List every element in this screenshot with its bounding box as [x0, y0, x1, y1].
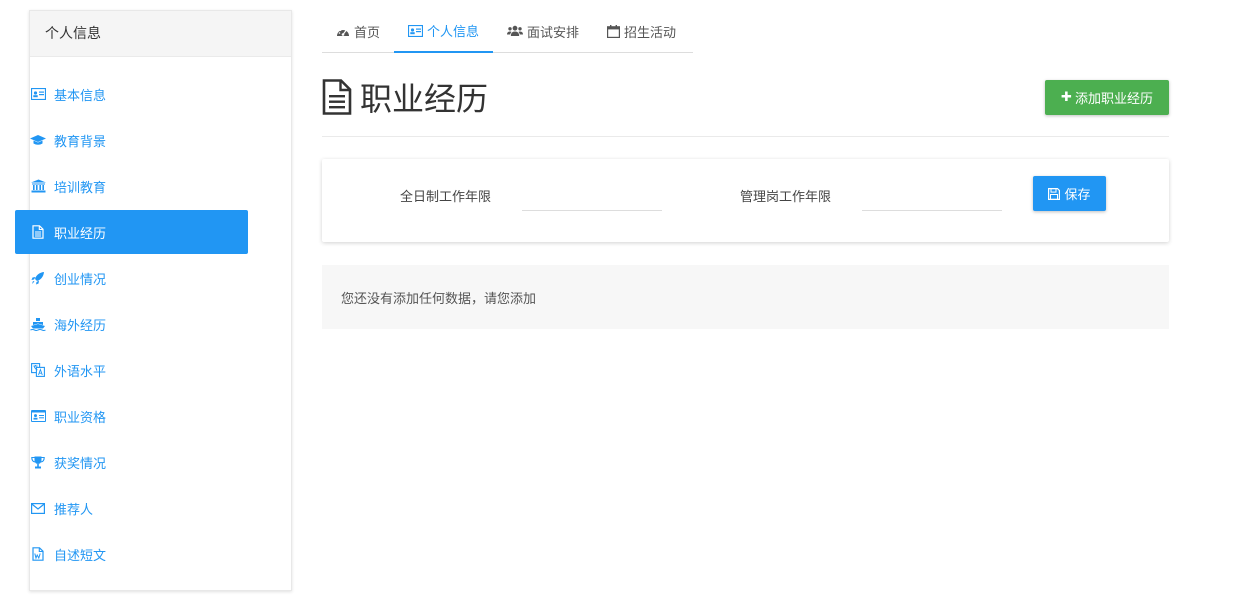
- language-icon: [30, 362, 46, 378]
- sidebar-item-overseas[interactable]: 海外经历: [15, 302, 248, 346]
- sidebar-item-language[interactable]: 外语水平: [15, 348, 248, 392]
- tab-personal-info[interactable]: 个人信息: [394, 10, 494, 53]
- envelope-icon: [30, 500, 46, 516]
- certificate-card-icon: [30, 408, 46, 424]
- page-title: 职业经历: [322, 74, 488, 120]
- sidebar-item-label: 职业资格: [54, 410, 107, 426]
- sidebar-item-label: 获奖情况: [54, 456, 107, 472]
- sidebar-item-label: 培训教育: [54, 180, 107, 196]
- tab-interview[interactable]: 面试安排: [493, 10, 593, 52]
- sidebar-item-qualification[interactable]: 职业资格: [15, 394, 248, 438]
- management-years-input[interactable]: [862, 187, 1002, 211]
- sidebar-item-statement[interactable]: 自述短文: [15, 532, 248, 576]
- sidebar-item-education[interactable]: 教育背景: [15, 118, 248, 162]
- id-card-icon: [408, 24, 424, 37]
- save-button[interactable]: 保存: [1033, 176, 1106, 211]
- dashboard-icon: [336, 26, 350, 37]
- work-years-form: 全日制工作年限 管理岗工作年限 保存: [322, 159, 1169, 242]
- save-label: 保存: [1064, 188, 1091, 203]
- sidebar-item-label: 推荐人: [54, 502, 94, 518]
- graduation-cap-icon: [30, 132, 46, 148]
- sidebar-item-label: 自述短文: [54, 548, 107, 564]
- save-icon: [1048, 187, 1061, 200]
- tab-label: 面试安排: [527, 25, 580, 41]
- tab-label: 首页: [354, 25, 381, 41]
- tab-activities[interactable]: 招生活动: [593, 10, 690, 52]
- sidebar-item-startup[interactable]: 创业情况: [15, 256, 248, 300]
- tab-label: 招生活动: [624, 25, 677, 41]
- fulltime-years-input[interactable]: [522, 187, 662, 211]
- tab-label: 个人信息: [427, 25, 480, 40]
- calendar-icon: [607, 24, 621, 38]
- sidebar-title: 个人信息: [30, 11, 291, 57]
- sidebar-item-basic-info[interactable]: 基本信息: [15, 72, 248, 116]
- file-text-icon: [322, 79, 352, 115]
- sidebar-item-referee[interactable]: 推荐人: [15, 486, 248, 530]
- top-nav-tabs: 首页 个人信息 面试安排 招生活动: [322, 10, 693, 53]
- sidebar-item-awards[interactable]: 获奖情况: [15, 440, 248, 484]
- ship-icon: [30, 316, 46, 332]
- sidebar-item-career[interactable]: 职业经历: [15, 210, 248, 254]
- trophy-icon: [30, 454, 46, 470]
- sidebar-item-label: 创业情况: [54, 272, 107, 288]
- management-years-label: 管理岗工作年限: [740, 190, 832, 205]
- page-title-text: 职业经历: [360, 80, 489, 118]
- sidebar-item-label: 教育背景: [54, 134, 107, 150]
- file-text-icon: [30, 224, 46, 240]
- sidebar-item-training[interactable]: 培训教育: [15, 164, 248, 208]
- add-career-button[interactable]: ✚ 添加职业经历: [1045, 80, 1169, 115]
- id-card-icon: [30, 86, 46, 102]
- fulltime-years-label: 全日制工作年限: [400, 190, 492, 205]
- tab-home[interactable]: 首页: [322, 10, 394, 52]
- institution-icon: [30, 178, 46, 194]
- empty-message: 您还没有添加任何数据，请您添加: [341, 291, 537, 307]
- users-icon: [507, 25, 524, 37]
- rocket-icon: [30, 270, 46, 286]
- add-career-label: 添加职业经历: [1074, 92, 1153, 107]
- word-file-icon: [30, 546, 46, 562]
- sidebar-item-label: 外语水平: [54, 364, 107, 380]
- divider: [322, 136, 1169, 137]
- sidebar-item-label: 职业经历: [54, 226, 107, 242]
- plus-icon: ✚: [1061, 90, 1072, 105]
- empty-state: 您还没有添加任何数据，请您添加: [322, 265, 1169, 329]
- sidebar-item-label: 海外经历: [54, 318, 107, 334]
- sidebar-item-label: 基本信息: [54, 88, 107, 104]
